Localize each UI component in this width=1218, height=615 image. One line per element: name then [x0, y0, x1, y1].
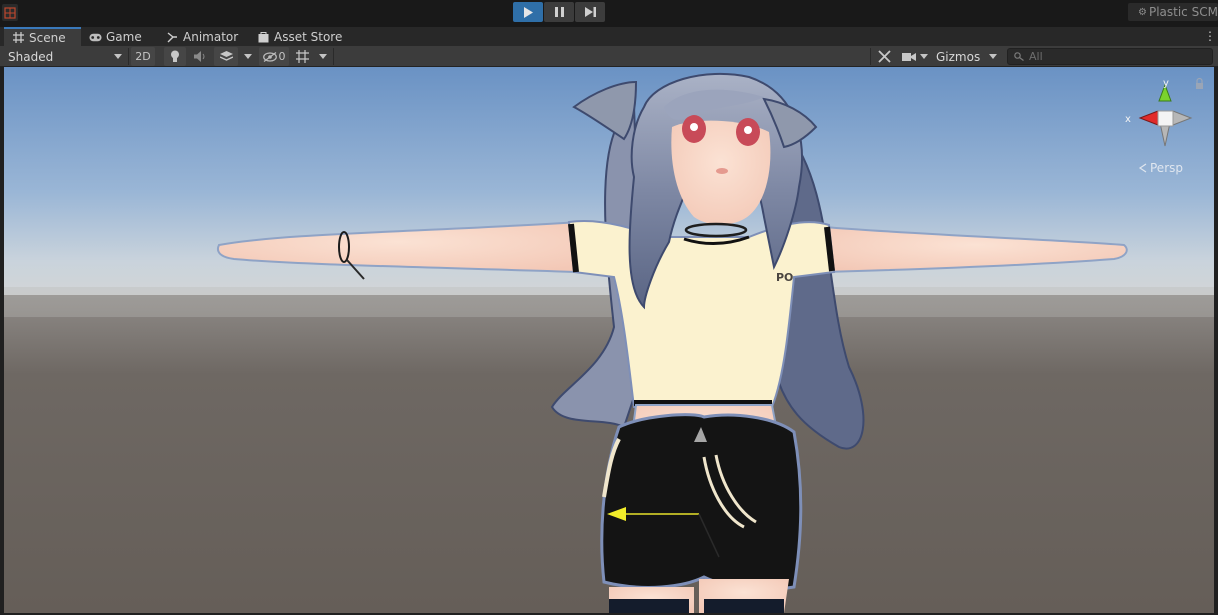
divider: [128, 48, 129, 65]
step-button[interactable]: [575, 2, 605, 22]
pause-button[interactable]: [544, 2, 574, 22]
top-bar: ⚙ Plastic SCM: [0, 0, 1218, 27]
hidden-count: 0: [278, 50, 286, 63]
step-icon: [584, 7, 596, 17]
scene-render[interactable]: PO y x Persp: [4, 67, 1214, 613]
effects-dropdown[interactable]: [240, 47, 256, 66]
scene-viewport[interactable]: PO y x Persp: [4, 67, 1214, 613]
plastic-icon: ⚙: [1138, 6, 1147, 18]
grid-dropdown[interactable]: [315, 47, 331, 66]
more-options-icon[interactable]: ⋮: [1204, 29, 1216, 43]
layers-icon: [219, 51, 233, 61]
tools-icon: [877, 50, 891, 63]
plastic-label: Plastic SCM: [1148, 5, 1218, 19]
toggle-2d-label: 2D: [135, 50, 151, 63]
tab-label: Scene: [29, 30, 66, 45]
pause-icon: [554, 7, 564, 17]
tools-button[interactable]: [873, 47, 895, 66]
tab-asset-store[interactable]: Asset Store: [257, 28, 342, 46]
play-button[interactable]: [513, 2, 543, 22]
layout-icon[interactable]: [2, 4, 18, 21]
scene-search-input[interactable]: All: [1007, 48, 1213, 65]
camera-icon: [902, 52, 916, 61]
tab-label: Asset Store: [274, 30, 343, 44]
editor-tab-bar: Scene Game Animator Asset Store ⋮: [0, 27, 1218, 46]
gamepad-icon: [89, 31, 102, 43]
grid-toggle[interactable]: [291, 47, 313, 66]
scene-visibility-toggle[interactable]: 0: [259, 47, 289, 66]
viewport-frame-right: [1214, 67, 1218, 615]
tab-scene[interactable]: Scene: [4, 27, 81, 46]
chevron-down-icon: [244, 54, 252, 59]
gizmos-label: Gizmos: [936, 49, 981, 64]
play-controls: [513, 2, 605, 22]
chevron-down-icon: [989, 54, 997, 59]
lightbulb-icon: [171, 50, 179, 62]
projection-label: Persp: [1150, 161, 1183, 175]
animator-icon: [166, 31, 179, 43]
toggle-2d-button[interactable]: 2D: [131, 47, 155, 66]
lighting-toggle[interactable]: [164, 47, 186, 66]
bag-icon: [257, 31, 270, 43]
speaker-icon: [194, 51, 205, 62]
shading-mode-value: Shaded: [8, 49, 54, 64]
search-placeholder: All: [1029, 50, 1043, 63]
audio-toggle[interactable]: [188, 47, 212, 66]
tab-game[interactable]: Game: [89, 28, 142, 46]
divider: [870, 48, 871, 65]
effects-toggle[interactable]: [214, 47, 238, 66]
shading-mode-dropdown[interactable]: Shaded: [0, 47, 126, 66]
svg-text:PO: PO: [776, 271, 793, 284]
chevron-down-icon: [114, 54, 122, 59]
divider: [333, 48, 334, 65]
tab-label: Animator: [183, 30, 239, 44]
plastic-scm-button[interactable]: ⚙ Plastic SCM: [1128, 3, 1218, 21]
gizmos-dropdown[interactable]: Gizmos: [933, 47, 1001, 66]
play-icon: [524, 6, 533, 18]
hidden-eye-icon: [262, 51, 277, 62]
tab-animator[interactable]: Animator: [166, 28, 238, 46]
gizmo-y-label: y: [1163, 78, 1169, 89]
scene-toolbar: Shaded 2D 0 Gizmos All: [0, 46, 1218, 67]
tab-label: Game: [106, 30, 142, 44]
gizmo-x-label: x: [1125, 114, 1131, 125]
search-icon: [1014, 52, 1024, 61]
chevron-down-icon: [319, 54, 327, 59]
grid-snap-icon: [295, 50, 309, 63]
grid-icon: [12, 32, 25, 44]
chevron-down-icon: [920, 54, 928, 59]
camera-settings-button[interactable]: [899, 47, 931, 66]
